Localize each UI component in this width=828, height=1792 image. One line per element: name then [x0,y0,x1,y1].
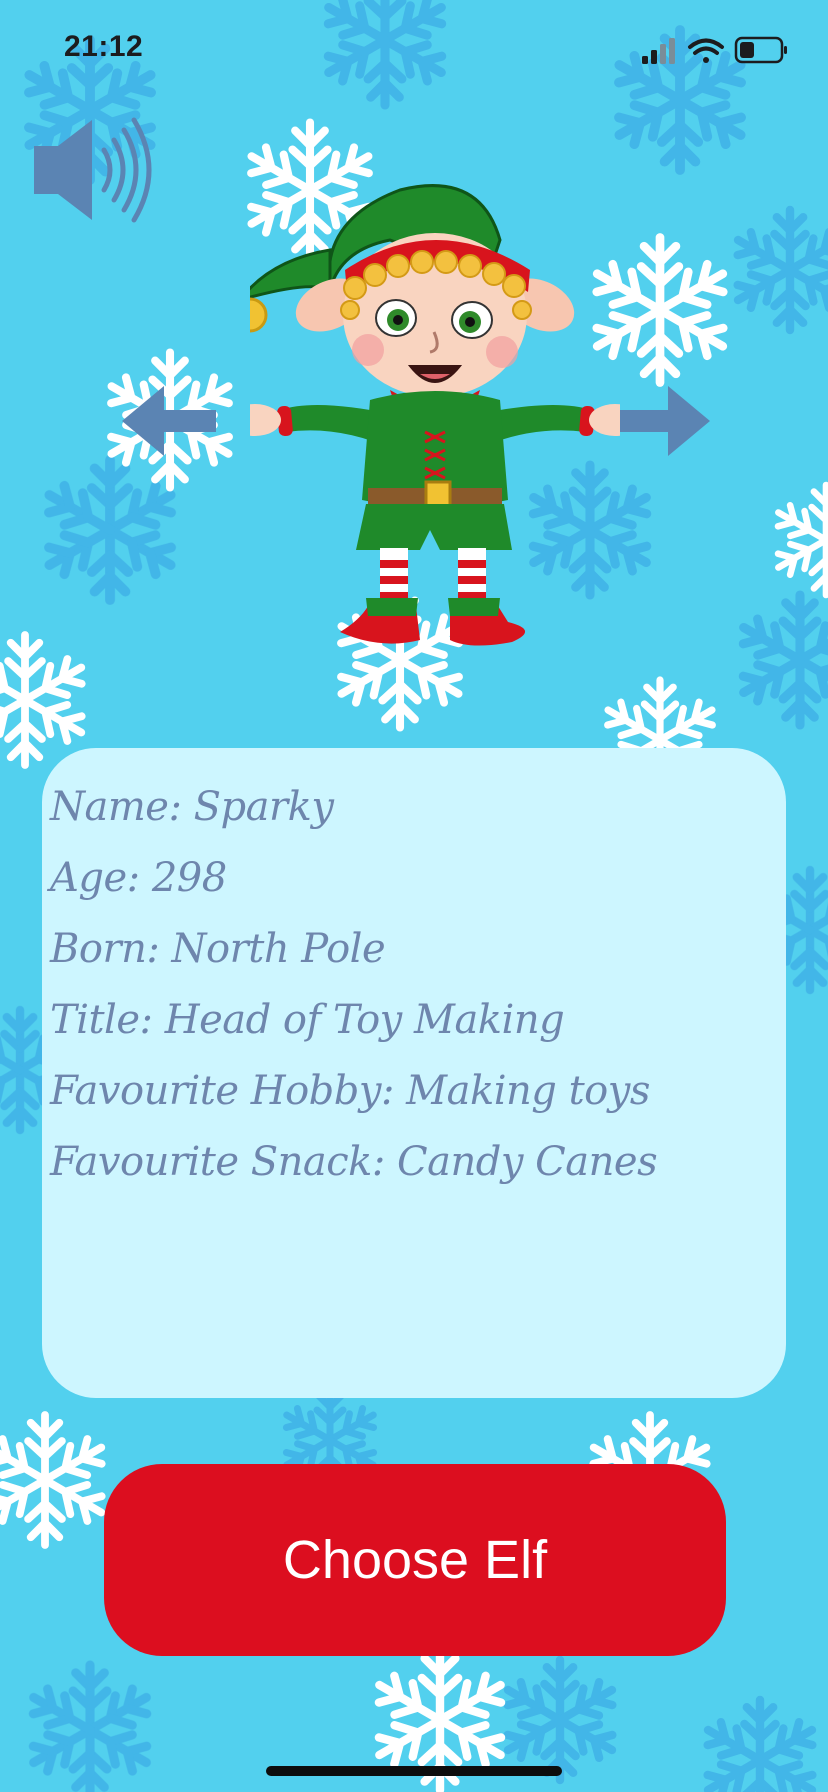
elf-hobby-text: Favourite Hobby: Making toys [50,1068,650,1114]
battery-icon [734,36,787,64]
wifi-icon [688,38,724,63]
elf-name-text: Name: Sparky [50,784,334,830]
cellular-signal-icon [642,38,675,64]
elf-age-text: Age: 298 [50,855,227,901]
elf-info-card: Name: Sparky Age: 298 Born: North Pole T… [42,748,786,1398]
app-screen: 21:12 Name: Sparky Age: 298 Born: North … [0,0,828,1792]
elf-snack-text: Favourite Snack: Candy Canes [50,1139,658,1185]
arrow-left-icon[interactable] [122,386,216,456]
status-icons [642,36,787,64]
status-bar: 21:12 [0,0,828,100]
arrow-right-icon[interactable] [620,386,710,456]
speaker-icon[interactable] [28,112,164,228]
elf-born-text: Born: North Pole [50,926,386,972]
choose-elf-button[interactable]: Choose Elf [104,1464,726,1656]
elf-title-text: Title: Head of Toy Making [50,997,565,1043]
elf-illustration [250,184,620,646]
status-time: 21:12 [64,30,144,63]
home-indicator[interactable] [266,1766,562,1776]
